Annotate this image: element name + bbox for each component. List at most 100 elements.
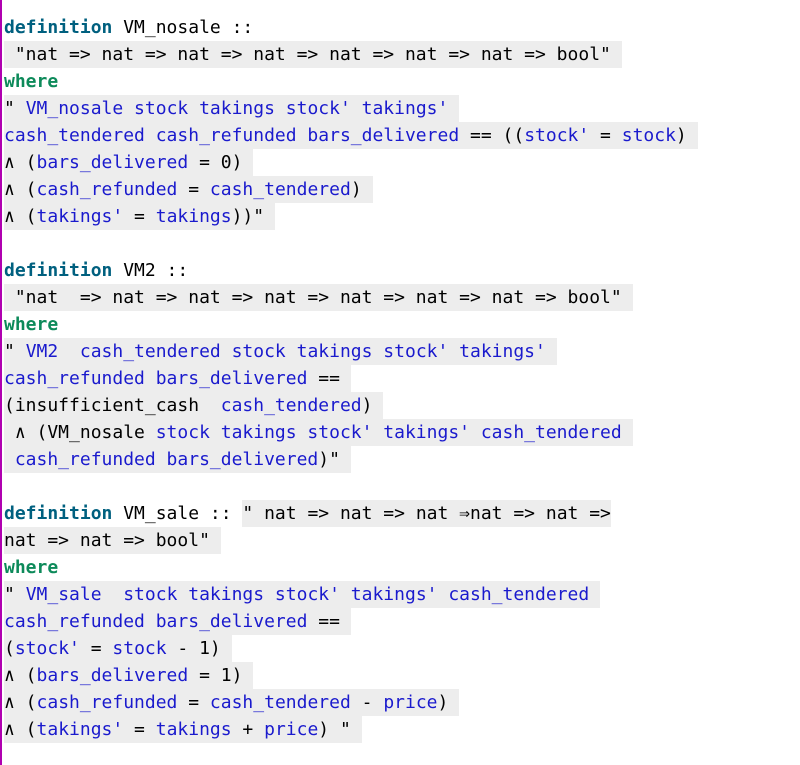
code-token: = bbox=[589, 125, 622, 146]
code-token: stock bbox=[112, 638, 167, 659]
highlighted-span: cash_refunded bars_delivered == bbox=[4, 608, 351, 635]
code-token: bars_delivered bbox=[36, 665, 189, 686]
code-token: cash_refunded bbox=[36, 692, 178, 713]
code-token: cash_refunded bars_delivered bbox=[4, 368, 308, 389]
highlighted-span: " VM_sale stock takings stock' takings' … bbox=[4, 581, 601, 608]
code-token: ∧ ( bbox=[4, 719, 37, 740]
code-token: = 0) bbox=[188, 152, 243, 173]
code-token: = bbox=[79, 638, 113, 659]
code-token: ∧ ( bbox=[4, 665, 37, 686]
code-token: cash_refunded bars_delivered bbox=[4, 449, 319, 470]
code-line: " VM2 cash_tendered stock takings stock'… bbox=[2, 338, 800, 365]
code-line: "nat => nat => nat => nat => nat => nat … bbox=[2, 41, 800, 68]
code-token: where bbox=[4, 71, 59, 92]
code-token: = 1) bbox=[188, 665, 243, 686]
code-token: cash_refunded bbox=[36, 179, 178, 200]
code-token: where bbox=[4, 314, 59, 335]
highlighted-span: nat => nat => bool" bbox=[4, 527, 221, 554]
code-token: ∧ (VM_nosale bbox=[4, 422, 156, 443]
code-line: " VM_nosale stock takings stock' takings… bbox=[2, 95, 800, 122]
highlighted-span: "nat => nat => nat => nat => nat => nat … bbox=[4, 41, 622, 68]
code-token: price bbox=[264, 719, 319, 740]
code-token: ))" bbox=[231, 206, 265, 227]
highlighted-span: ∧ (takings' = takings))" bbox=[4, 203, 275, 230]
code-token: ( bbox=[4, 638, 15, 659]
code-line: where bbox=[2, 311, 800, 338]
code-line: ∧ (VM_nosale stock takings stock' taking… bbox=[2, 419, 800, 446]
code-token: stock' bbox=[14, 638, 80, 659]
highlighted-span: ∧ (VM_nosale stock takings stock' taking… bbox=[4, 419, 633, 446]
code-token: + bbox=[231, 719, 265, 740]
code-token: ) bbox=[437, 692, 449, 713]
highlighted-span: cash_refunded bars_delivered)" bbox=[4, 446, 351, 473]
code-token: price bbox=[383, 692, 438, 713]
highlighted-span: "nat => nat => nat => nat => nat => nat … bbox=[4, 284, 633, 311]
code-token: bars_delivered bbox=[36, 152, 189, 173]
code-token: takings' bbox=[36, 719, 124, 740]
highlighted-span: " VM2 cash_tendered stock takings stock'… bbox=[4, 338, 557, 365]
highlighted-span: (stock' = stock - 1) bbox=[4, 635, 232, 662]
code-token: = bbox=[177, 692, 210, 713]
code-token: stock bbox=[621, 125, 676, 146]
code-line: ∧ (cash_refunded = cash_tendered - price… bbox=[2, 689, 800, 716]
highlighted-span: (insufficient_cash cash_tendered) bbox=[4, 392, 384, 419]
highlighted-span: ∧ (cash_refunded = cash_tendered - price… bbox=[4, 689, 460, 716]
code-line: ∧ (takings' = takings))" bbox=[2, 203, 800, 230]
code-token: stock takings stock' takings' cash_tende… bbox=[155, 422, 622, 443]
highlighted-span: ∧ (cash_refunded = cash_tendered) bbox=[4, 176, 373, 203]
code-token: VM_sale stock takings stock' takings' ca… bbox=[25, 584, 590, 605]
code-token: )" bbox=[318, 449, 340, 470]
code-token: cash_tendered bbox=[220, 395, 362, 416]
code-token: nat => nat => bool" bbox=[4, 530, 210, 551]
code-token: cash_refunded bars_delivered bbox=[4, 611, 308, 632]
code-token: VM_sale :: bbox=[112, 503, 243, 524]
code-line: definition VM_nosale :: bbox=[2, 14, 800, 41]
code-editor[interactable]: definition VM_nosale :: "nat => nat => n… bbox=[0, 0, 800, 765]
code-line: "nat => nat => nat => nat => nat => nat … bbox=[2, 284, 800, 311]
code-token: = bbox=[123, 719, 156, 740]
code-token: takings' bbox=[36, 206, 124, 227]
code-token: ) bbox=[361, 395, 373, 416]
code-line: nat => nat => bool" bbox=[2, 527, 800, 554]
code-line: ∧ (cash_refunded = cash_tendered) bbox=[2, 176, 800, 203]
code-line: cash_refunded bars_delivered == bbox=[2, 608, 800, 635]
code-token: cash_tendered bbox=[209, 692, 351, 713]
code-token: = bbox=[123, 206, 156, 227]
code-line: definition VM2 :: bbox=[2, 257, 800, 284]
highlighted-span: ∧ (takings' = takings + price) " bbox=[4, 716, 362, 743]
code-line: definition VM_sale :: " nat => nat => na… bbox=[2, 500, 800, 527]
code-token: ∧ ( bbox=[4, 692, 37, 713]
code-token: takings bbox=[155, 206, 232, 227]
code-token: where bbox=[4, 557, 59, 578]
code-token: ∧ ( bbox=[4, 206, 37, 227]
code-token: == (( bbox=[459, 125, 525, 146]
highlighted-span: cash_tendered cash_refunded bars_deliver… bbox=[4, 122, 698, 149]
code-token: " nat => nat => nat ⇒nat => nat => bbox=[242, 500, 611, 527]
code-token: cash_tendered cash_refunded bars_deliver… bbox=[4, 125, 460, 146]
code-token: ∧ ( bbox=[4, 152, 37, 173]
code-token: - bbox=[350, 692, 384, 713]
code-token: "nat => nat => nat => nat => nat => nat … bbox=[4, 287, 622, 308]
code-token: VM_nosale :: bbox=[112, 17, 254, 38]
code-token: definition bbox=[4, 260, 113, 281]
code-line: where bbox=[2, 68, 800, 95]
code-token: stock' bbox=[524, 125, 590, 146]
code-line: ∧ (takings' = takings + price) " bbox=[2, 716, 800, 743]
code-token: " bbox=[4, 584, 26, 605]
code-token: cash_tendered bbox=[209, 179, 351, 200]
code-token: " bbox=[4, 98, 26, 119]
code-token: ) bbox=[675, 125, 687, 146]
highlighted-span: cash_refunded bars_delivered == bbox=[4, 365, 351, 392]
code-token: VM2 cash_tendered stock takings stock' t… bbox=[25, 341, 546, 362]
code-token: (insufficient_cash bbox=[4, 395, 221, 416]
code-token: = bbox=[177, 179, 210, 200]
code-token: VM_nosale stock takings stock' takings' bbox=[25, 98, 449, 119]
code-token: ∧ ( bbox=[4, 179, 37, 200]
code-line: cash_tendered cash_refunded bars_deliver… bbox=[2, 122, 800, 149]
highlighted-span: " VM_nosale stock takings stock' takings… bbox=[4, 95, 460, 122]
code-line: ∧ (bars_delivered = 0) bbox=[2, 149, 800, 176]
code-token: takings bbox=[155, 719, 232, 740]
code-token: ) " bbox=[318, 719, 351, 740]
